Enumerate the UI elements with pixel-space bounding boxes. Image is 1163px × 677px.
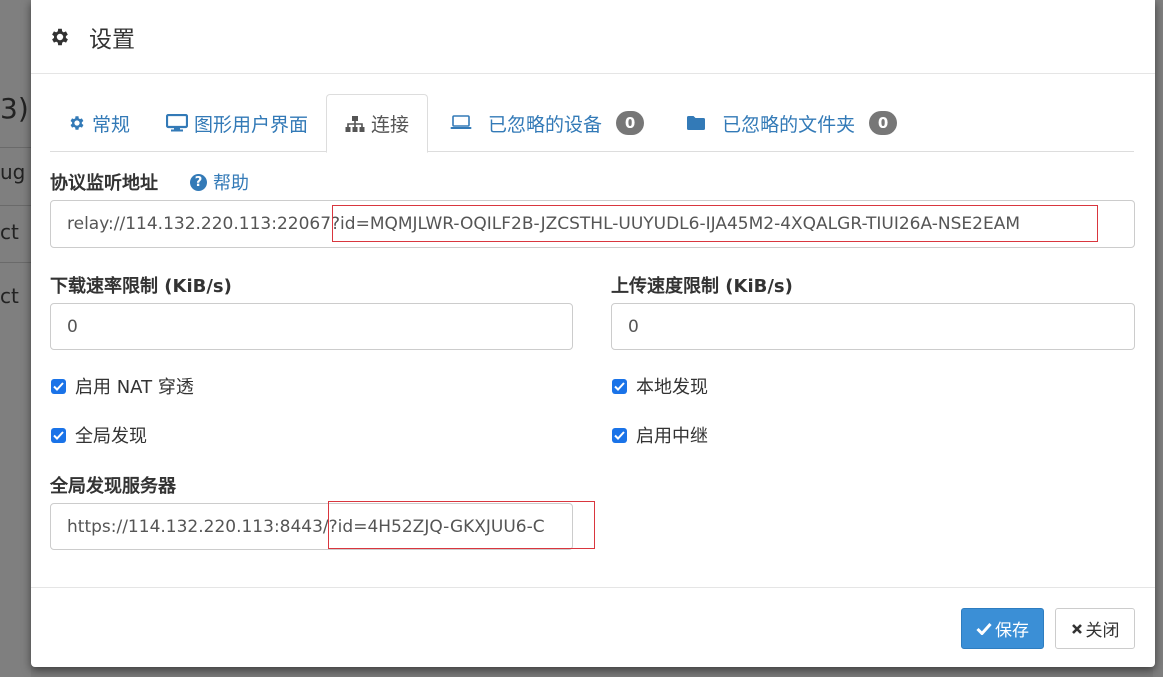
local-discovery-option[interactable]: 本地发现 [612, 373, 708, 399]
save-label: 保存 [995, 621, 1029, 641]
monitor-icon [166, 114, 189, 132]
option-label: 全局发现 [75, 426, 147, 447]
close-icon [1071, 623, 1083, 635]
upload-limit-label: 上传速度限制 (KiB/s) [611, 276, 793, 297]
count-badge: 0 [616, 111, 645, 135]
tab-label: 图形用户界面 [194, 113, 309, 136]
global-server-input[interactable]: https://114.132.220.113:8443/?id=4H52ZJQ… [50, 503, 573, 550]
tab-label: 已忽略的设备 [488, 113, 603, 136]
save-button[interactable]: 保存 [961, 608, 1044, 649]
background-divider [0, 262, 31, 263]
folder-icon [686, 115, 706, 131]
tab-ignored-folders[interactable]: 已忽略的文件夹 0 [662, 94, 915, 152]
dialog-header: 设置 [31, 0, 1155, 74]
listen-address-label: 协议监听地址 [50, 173, 158, 194]
tab-label: 已忽略的文件夹 [722, 113, 856, 136]
listen-address-input[interactable]: relay://114.132.220.113:22067?id=MQMJLWR… [50, 200, 1135, 248]
nat-traversal-option[interactable]: 启用 NAT 穿透 [51, 373, 194, 399]
download-limit-label: 下载速率限制 (KiB/s) [50, 276, 232, 297]
background-divider [0, 205, 31, 206]
count-badge: 0 [869, 111, 898, 135]
global-server-label: 全局发现服务器 [50, 476, 176, 497]
option-label: 启用 NAT 穿透 [75, 377, 194, 398]
close-label: 关闭 [1085, 621, 1120, 641]
checkbox-checked-icon[interactable] [612, 427, 627, 443]
tab-ignored-devices[interactable]: 已忽略的设备 0 [428, 94, 662, 152]
tab-gui[interactable]: 图形用户界面 [148, 94, 326, 152]
cog-icon [68, 114, 86, 132]
background-text: ct [0, 284, 19, 308]
laptop-icon [450, 115, 472, 131]
tab-bar: 常规 图形用户界面 连接 已忽略的设备 0 已忽略的文件夹 0 [50, 94, 1134, 153]
checkbox-checked-icon[interactable] [51, 378, 66, 394]
checkbox-checked-icon[interactable] [51, 427, 66, 443]
close-button[interactable]: 关闭 [1055, 608, 1135, 649]
option-label: 启用中继 [636, 426, 708, 447]
dialog-footer: 保存 关闭 [31, 587, 1155, 667]
tab-general[interactable]: 常规 [50, 94, 148, 152]
help-label: 帮助 [213, 173, 249, 194]
background-text: 3) [0, 92, 29, 125]
upload-limit-input[interactable]: 0 [611, 303, 1135, 350]
dialog-title: 设置 [89, 26, 135, 53]
download-limit-input[interactable]: 0 [50, 303, 573, 350]
tab-label: 常规 [92, 113, 131, 136]
global-discovery-option[interactable]: 全局发现 [51, 422, 147, 448]
option-label: 本地发现 [636, 377, 708, 398]
relay-option[interactable]: 启用中继 [612, 422, 708, 448]
gear-icon [49, 26, 71, 48]
background-divider [0, 147, 31, 148]
tab-label: 连接 [371, 114, 410, 136]
background-text: ug [0, 160, 26, 184]
background-text: ct [0, 220, 19, 244]
check-icon [976, 622, 992, 635]
sitemap-icon [345, 115, 365, 133]
question-icon: ? [190, 173, 207, 191]
help-link[interactable]: ? 帮助 [190, 169, 249, 195]
checkbox-checked-icon[interactable] [612, 378, 627, 394]
tab-connections[interactable]: 连接 [326, 94, 429, 153]
background-page-left: 3) ug ct ct [0, 0, 31, 677]
settings-dialog: 设置 常规 图形用户界面 连接 已忽略的设备 0 已忽略的文件夹 0 协议监听地… [31, 0, 1155, 667]
